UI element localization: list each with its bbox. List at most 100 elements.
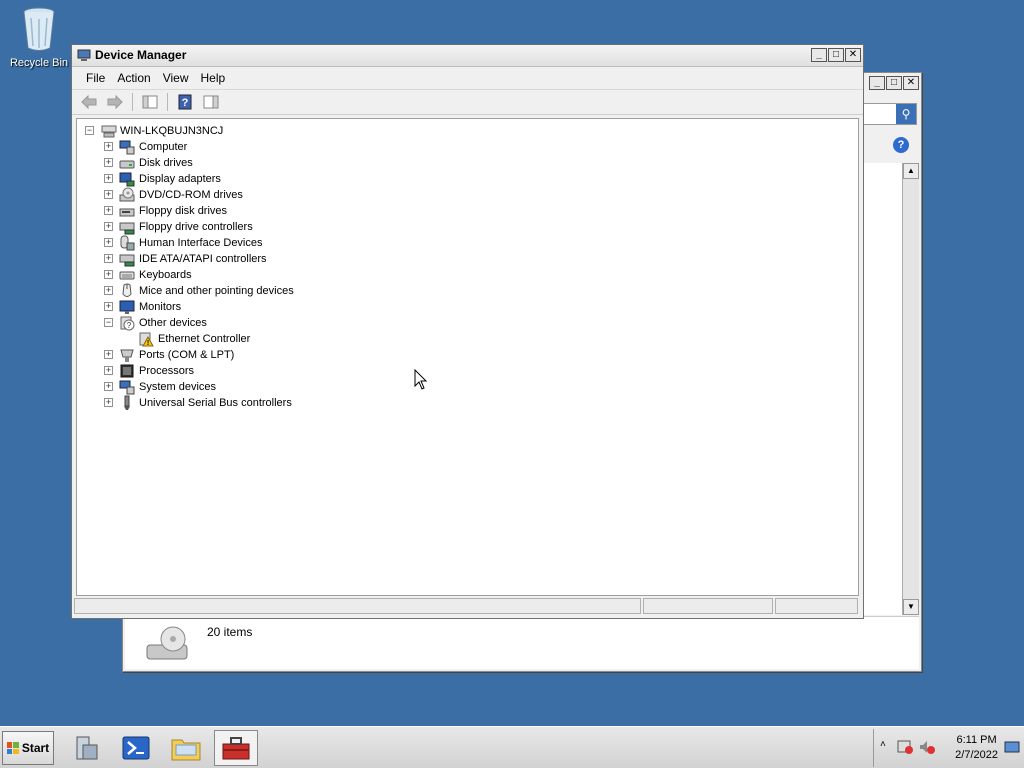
bg-details-pane: 20 items (125, 616, 919, 669)
expand-icon[interactable]: + (104, 142, 113, 151)
expand-icon[interactable]: + (104, 254, 113, 263)
menu-view[interactable]: View (157, 69, 195, 87)
help-button[interactable]: ? (174, 92, 196, 112)
expand-icon[interactable]: + (104, 206, 113, 215)
help-book-icon: ? (178, 94, 192, 110)
computer-icon (119, 140, 135, 155)
collapse-root-icon[interactable]: − (85, 126, 94, 135)
start-button[interactable]: Start (2, 731, 54, 765)
menu-file[interactable]: File (80, 69, 111, 87)
tree-item-label: Other devices (139, 317, 207, 329)
bg-maximize-button[interactable]: □ (886, 76, 902, 90)
dvd-drive-icon (119, 187, 135, 202)
help-icon[interactable]: ? (893, 137, 909, 153)
show-hidden-icons-icon[interactable]: ˄ (880, 739, 886, 750)
tree-item-label: Ports (COM & LPT) (139, 349, 235, 361)
other-devices-icon: ? (120, 316, 135, 331)
windows-logo-icon (6, 742, 19, 754)
svg-text:?: ? (182, 97, 189, 109)
expand-icon[interactable]: + (104, 174, 113, 183)
bg-file-list (863, 163, 903, 615)
expand-icon[interactable]: + (104, 302, 113, 311)
expand-icon[interactable]: + (104, 238, 113, 247)
clock[interactable]: 6:11 PM 2/7/2022 (955, 733, 998, 763)
menu-action[interactable]: Action (111, 69, 156, 87)
monitor-icon (119, 300, 135, 314)
floppy-controller-icon (119, 222, 135, 235)
taskbar-powershell[interactable] (114, 730, 158, 766)
tree-item-label: Keyboards (139, 269, 192, 281)
back-button[interactable] (78, 92, 100, 112)
action-center-icon[interactable] (896, 739, 914, 755)
toolbar-separator (132, 93, 133, 111)
tree-item-label: DVD/CD-ROM drives (139, 189, 243, 201)
hard-disk-icon (146, 626, 188, 660)
computer-name-label: WIN-LKQBUJN3NCJ (120, 125, 224, 137)
svg-text:!: ! (147, 340, 149, 347)
disk-drive-icon (119, 160, 135, 169)
expand-icon[interactable]: + (104, 350, 113, 359)
expand-icon[interactable]: + (104, 366, 113, 375)
bg-vertical-scrollbar[interactable]: ▲ ▼ (902, 163, 919, 615)
usb-icon (124, 395, 130, 410)
device-manager-window[interactable]: Device Manager _ □ ✕ File Action View He… (71, 44, 864, 619)
server-manager-icon (76, 736, 98, 760)
expand-icon[interactable]: + (104, 270, 113, 279)
system-tray: ˄ 6:11 PM 2/7/2022 (873, 729, 1024, 767)
forward-button[interactable] (104, 92, 126, 112)
status-cell-main (74, 598, 641, 614)
bg-minimize-button[interactable]: _ (869, 76, 885, 90)
collapse-icon[interactable]: − (104, 318, 113, 327)
minimize-button[interactable]: _ (811, 48, 827, 62)
taskbar-explorer[interactable] (164, 730, 208, 766)
status-cell-2 (643, 598, 773, 614)
expand-icon[interactable]: + (104, 158, 113, 167)
taskbar-server-manager[interactable] (64, 730, 108, 766)
taskbar-device-manager[interactable] (214, 730, 258, 766)
status-cell-3 (775, 598, 858, 614)
powershell-icon (122, 736, 150, 760)
title-bar[interactable]: Device Manager _ □ ✕ (72, 45, 863, 67)
close-button[interactable]: ✕ (845, 48, 861, 62)
back-arrow-icon (81, 95, 97, 109)
expand-icon[interactable]: + (104, 286, 113, 295)
toolbar-separator (167, 93, 168, 111)
scroll-down-icon[interactable]: ▼ (903, 599, 919, 615)
expand-icon[interactable]: + (104, 190, 113, 199)
volume-muted-icon[interactable] (918, 739, 936, 755)
device-tree-pane[interactable]: − WIN-LKQBUJN3NCJ + Computer + Disk drives +… (76, 118, 859, 596)
recycle-bin-icon (23, 7, 55, 51)
tree-item-label: Disk drives (139, 157, 193, 169)
recycle-bin-desktop-icon[interactable]: Recycle Bin (6, 6, 72, 69)
expand-icon[interactable]: + (104, 398, 113, 407)
tree-item-label: Display adapters (139, 173, 221, 185)
mouse-icon (122, 283, 132, 297)
properties-button[interactable] (200, 92, 222, 112)
bg-search-box[interactable]: ⚲ (863, 103, 917, 125)
show-hide-console-tree-button[interactable] (139, 92, 161, 112)
search-icon[interactable]: ⚲ (896, 104, 916, 124)
system-devices-icon (119, 380, 135, 395)
bg-close-button[interactable]: ✕ (903, 76, 919, 90)
show-desktop-icon[interactable] (1004, 741, 1020, 755)
clock-time: 6:11 PM (956, 734, 997, 746)
recycle-bin-label: Recycle Bin (9, 57, 69, 69)
forward-arrow-icon (107, 95, 123, 109)
toolbox-icon (222, 737, 250, 760)
scroll-up-icon[interactable]: ▲ (903, 163, 919, 179)
expand-icon[interactable]: + (104, 222, 113, 231)
folder-icon (171, 739, 201, 761)
tree-item-label: Computer (139, 141, 188, 153)
console-tree-icon (142, 95, 158, 109)
expand-icon[interactable]: + (104, 382, 113, 391)
status-bar (74, 598, 861, 616)
mouse-pointer-icon (414, 369, 428, 390)
menu-help[interactable]: Help (195, 69, 232, 87)
tree-item-label: Floppy drive controllers (139, 221, 253, 233)
processor-icon (120, 364, 134, 378)
maximize-button[interactable]: □ (828, 48, 844, 62)
hid-icon (120, 235, 135, 251)
computer-root-icon (101, 125, 117, 138)
tree-item-label: IDE ATA/ATAPI controllers (139, 253, 267, 265)
background-window-controls: _ □ ✕ (869, 76, 919, 90)
